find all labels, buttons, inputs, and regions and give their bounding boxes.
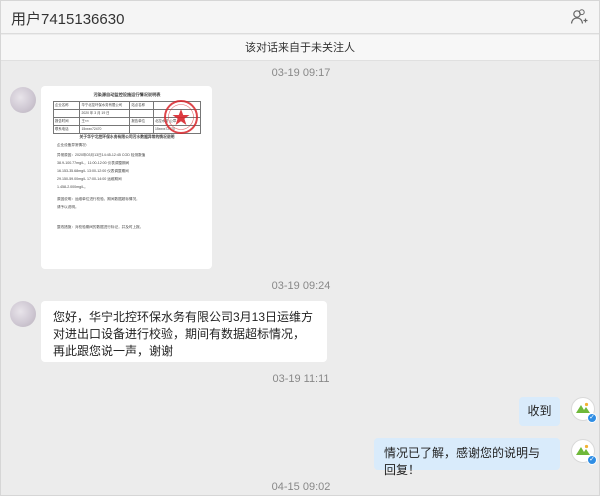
document-image: 污染源自动监控设施运行情况说明表 企业名称 华宁北控环保水务有限公司 站点名称 …: [52, 92, 202, 263]
document-line: 29.150-59.00mg/L 17:00-14:00 运维期间: [57, 177, 122, 181]
verified-badge-icon: ✓: [587, 455, 597, 465]
message-bubble-right[interactable]: 情况已了解，感谢您的说明与回复！: [374, 438, 560, 477]
document-cell: [129, 125, 154, 134]
red-seal-stamp: [164, 100, 198, 134]
document-cell: 华宁北控环保水务有限公司: [79, 101, 131, 110]
document-line: 原因说明：运维单位进行校验，期间数据超标情况，: [57, 197, 140, 201]
document-line: 38.9-100.77mg/L，11:00-12:00 仪表调整期间: [57, 161, 130, 165]
chat-window: 用户7415136630 该对话来自于未关注人 03-19 09:17 污染源自…: [0, 0, 600, 496]
document-cell: 企业名称: [52, 101, 81, 110]
document-line: 整改措施：对校验期间的数据进行标记，并及时上报。: [57, 225, 144, 229]
chat-header: 用户7415136630: [1, 1, 599, 34]
contact-avatar[interactable]: [10, 87, 36, 113]
timestamp: 04-15 09:02: [271, 481, 331, 493]
document-cell: [52, 109, 81, 118]
document-line: 异常原因：2020年03月13日14:45-12:45 COD 检测数值: [57, 153, 146, 157]
document-line: 16.153-35.68mg/L 13:00-12:00 仪表调整期间: [57, 169, 129, 173]
document-line: 1.458-2.000mg/L。: [57, 185, 88, 189]
my-avatar[interactable]: ✓: [571, 439, 597, 465]
document-line: 企业设备异常情况：: [57, 143, 90, 147]
document-cell: 报告时间: [52, 117, 81, 126]
document-cell: 15xxxx72470: [79, 125, 131, 134]
timestamp: 03-19 09:17: [271, 67, 331, 79]
contact-avatar[interactable]: [10, 301, 36, 327]
message-text: 情况已了解，感谢您的说明与回复！: [384, 446, 541, 477]
my-avatar[interactable]: ✓: [571, 397, 597, 423]
message-bubble-left[interactable]: 您好，华宁北控环保水务有限公司3月13日运维方对进出口设备进行校验，期间有数据超…: [41, 301, 327, 362]
document-line: 请予以说明。: [57, 205, 79, 209]
chat-title: 用户7415136630: [11, 11, 125, 28]
timestamp: 03-19 09:24: [271, 280, 331, 292]
document-cell: 2020 年 3 月 19 日: [79, 109, 131, 118]
add-friend-icon[interactable]: [570, 8, 588, 26]
document-title: 污染源自动监控设施运行情况说明表: [93, 92, 161, 97]
document-cell: 联系电话: [52, 125, 81, 134]
document-cell: 站点名称: [129, 101, 154, 110]
message-bubble-right[interactable]: 收到: [519, 397, 560, 426]
stranger-notice: 该对话来自于未关注人: [1, 35, 599, 61]
document-subtitle: 关于华宁北控环保水务有限公司污水数据异常的情况说明: [79, 135, 175, 139]
verified-badge-icon: ✓: [587, 413, 597, 423]
document-image-message[interactable]: 污染源自动监控设施运行情况说明表 企业名称 华宁北控环保水务有限公司 站点名称 …: [41, 86, 212, 269]
document-cell: 报告单位: [129, 117, 154, 126]
document-cell: [129, 109, 154, 118]
message-text: 收到: [527, 404, 552, 418]
document-cell: 王××: [79, 117, 131, 126]
message-text: 您好，华宁北控环保水务有限公司3月13日运维方对进出口设备进行校验，期间有数据超…: [53, 310, 314, 358]
timestamp: 03-19 11:11: [272, 373, 330, 385]
